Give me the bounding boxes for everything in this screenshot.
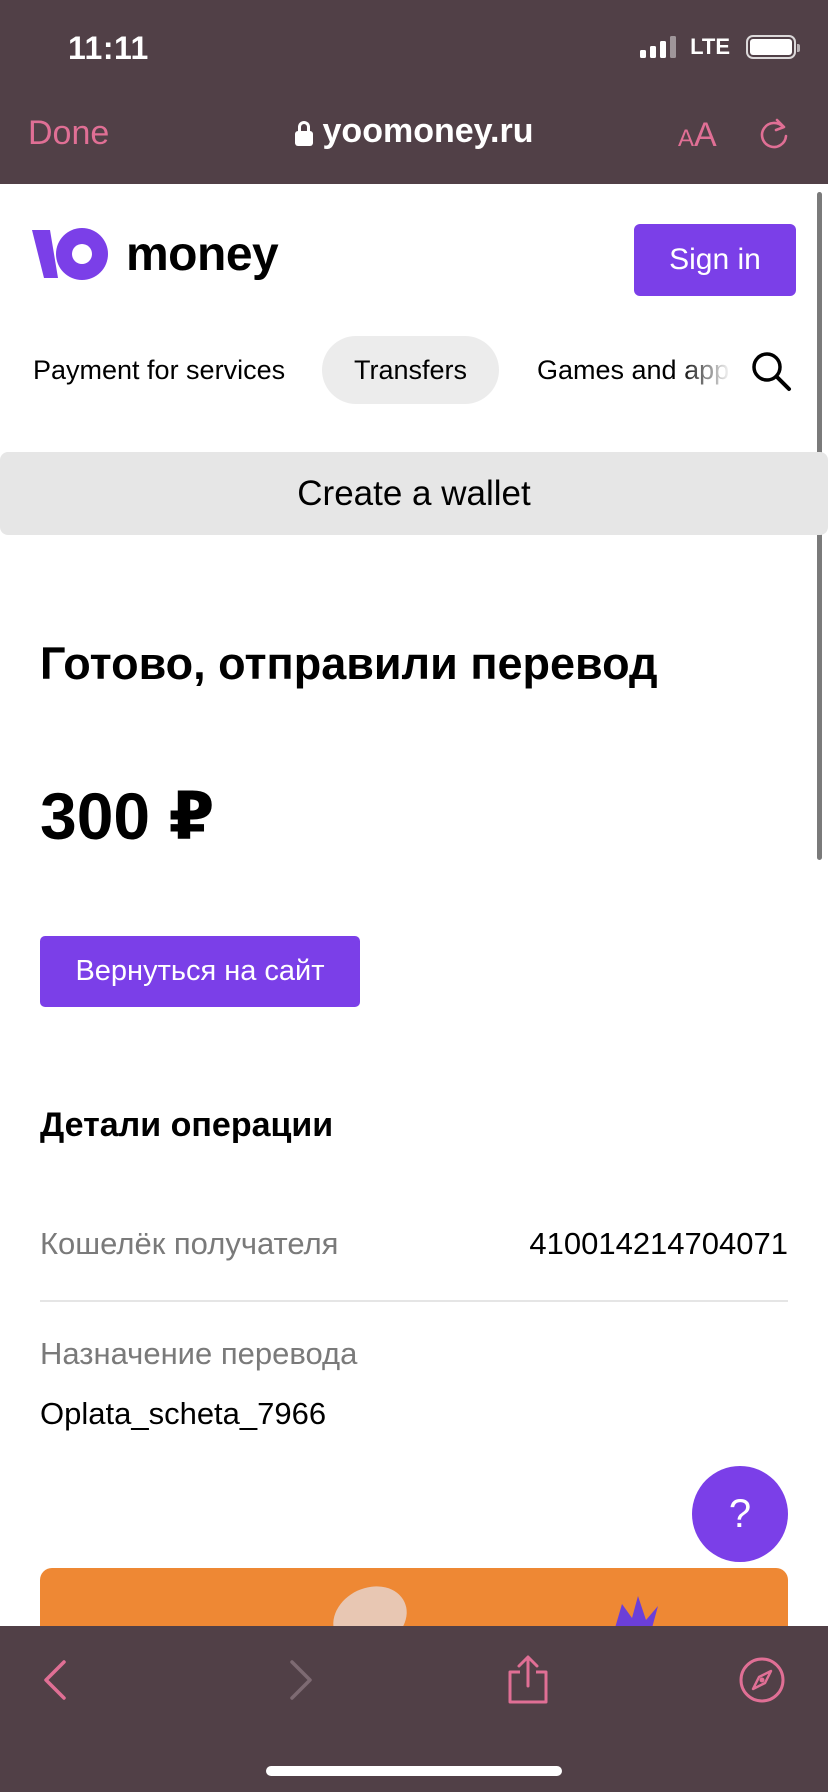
nav-item-payment-for-services[interactable]: Payment for services — [33, 336, 285, 404]
signal-strength-icon — [640, 36, 677, 58]
create-wallet-button[interactable]: Create a wallet — [0, 452, 828, 535]
transfer-amount: 300 ₽ — [40, 779, 215, 853]
battery-icon — [746, 35, 800, 59]
yoomoney-logo-icon — [32, 228, 108, 280]
page-title: Готово, отправили перевод — [40, 638, 658, 689]
return-to-site-button[interactable]: Вернуться на сайт — [40, 936, 360, 1007]
url-text: yoomoney.ru — [322, 112, 534, 150]
network-type: LTE — [690, 34, 730, 59]
recipient-wallet-value: 410014214704071 — [529, 1226, 788, 1261]
forward-icon[interactable] — [272, 1654, 324, 1706]
help-button[interactable]: ? — [692, 1466, 788, 1562]
status-time: 11:11 — [68, 30, 149, 66]
details-divider — [40, 1300, 788, 1302]
logo-text: money — [126, 227, 279, 281]
sign-in-button[interactable]: Sign in — [634, 224, 796, 296]
category-nav: Payment for services Transfers Games and… — [0, 336, 740, 404]
transfer-purpose-label: Назначение перевода — [40, 1336, 358, 1371]
compass-icon[interactable] — [736, 1654, 788, 1706]
promo-banner[interactable] — [40, 1568, 788, 1628]
transfer-purpose-value: Oplata_scheta_7966 — [40, 1396, 327, 1431]
nav-item-transfers[interactable]: Transfers — [322, 336, 500, 404]
text-size-button[interactable]: AA — [678, 116, 717, 155]
status-indicators: LTE — [640, 34, 800, 60]
promo-illustration — [333, 1586, 658, 1628]
recipient-wallet-label: Кошелёк получателя — [40, 1226, 339, 1261]
operation-details-title: Детали операции — [40, 1106, 334, 1144]
home-indicator[interactable] — [266, 1766, 562, 1776]
back-icon[interactable] — [32, 1654, 84, 1706]
share-icon[interactable] — [502, 1654, 554, 1706]
reload-icon[interactable] — [756, 116, 792, 152]
lock-icon — [294, 120, 313, 147]
browser-top-bar: 11:11 LTE Done yoomoney.ru AA — [0, 0, 828, 184]
nav-fade-overlay — [680, 336, 740, 404]
yoomoney-logo[interactable]: money — [32, 226, 279, 282]
search-icon[interactable] — [750, 350, 792, 392]
